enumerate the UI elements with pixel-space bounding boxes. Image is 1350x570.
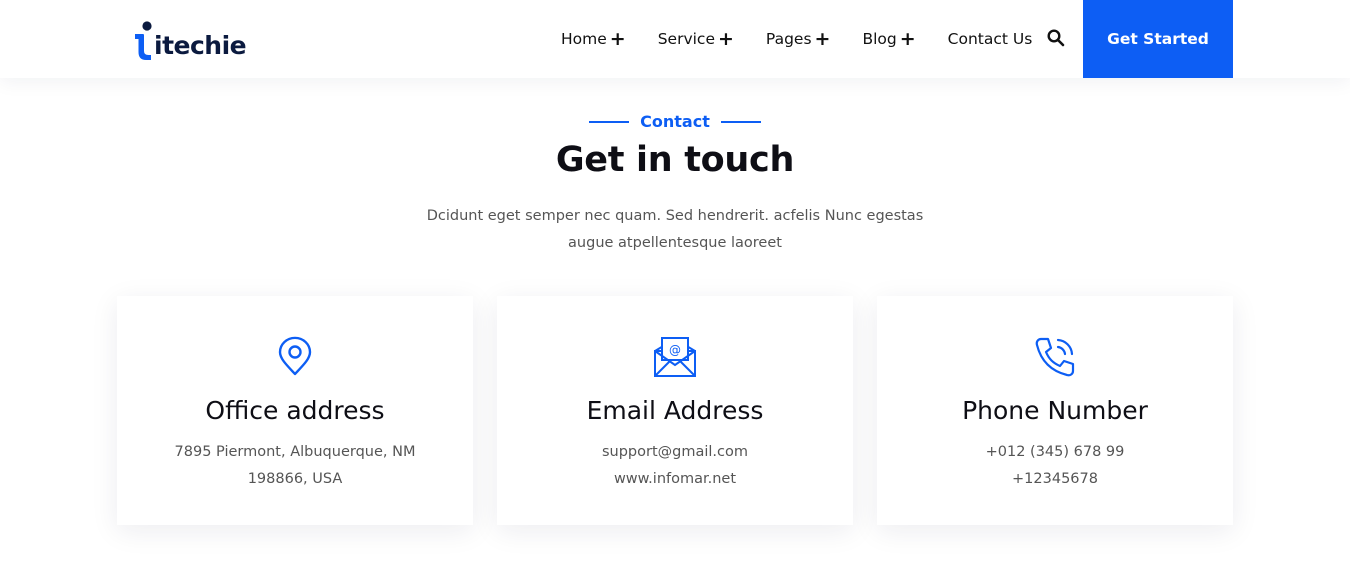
nav-item-contact-us[interactable]: Contact Us <box>948 30 1033 48</box>
card-title: Office address <box>205 396 385 425</box>
description-line: Dcidunt eget semper nec quam. Sed hendre… <box>426 208 924 224</box>
card-detail: 198866, USA <box>247 471 343 487</box>
card-detail: www.infomar.net <box>613 471 737 487</box>
section-eyebrow: Contact <box>0 112 1350 131</box>
svg-text:@: @ <box>669 343 681 357</box>
nav-item-home[interactable]: Home + <box>561 27 626 50</box>
brand-logo[interactable]: itechie <box>133 16 247 60</box>
main-nav: Home + Service + Pages + Blog + Contact … <box>561 0 1032 78</box>
nav-item-pages[interactable]: Pages + <box>765 27 831 50</box>
description-line: augue atpellentesque laoreet <box>568 235 782 251</box>
eyebrow-label: Contact <box>640 112 710 131</box>
contact-card-phone: Phone Number +012 (345) 678 99 +12345678 <box>877 296 1233 525</box>
nav-item-label: Service <box>657 30 715 48</box>
card-detail: +012 (345) 678 99 <box>985 444 1125 460</box>
section-description: Dcidunt eget semper nec quam. Sed hendre… <box>400 203 950 257</box>
eyebrow-divider-left <box>589 120 630 123</box>
plus-icon: + <box>899 27 916 50</box>
nav-item-label: Contact Us <box>947 30 1033 48</box>
plus-icon: + <box>814 27 831 50</box>
get-started-button[interactable]: Get Started <box>1083 0 1233 78</box>
card-detail: support@gmail.com <box>601 444 749 460</box>
site-header: itechie Home + Service + Pages + Blog + … <box>0 0 1350 78</box>
nav-item-label: Pages <box>765 30 812 48</box>
contact-card-email: @ Email Address support@gmail.com www.in… <box>497 296 853 525</box>
plus-icon: + <box>718 27 734 50</box>
nav-item-blog[interactable]: Blog + <box>862 27 916 50</box>
nav-item-label: Home <box>561 30 607 48</box>
location-pin-icon <box>278 336 312 376</box>
nav-item-label: Blog <box>862 30 897 48</box>
card-detail: 7895 Piermont, Albuquerque, NM <box>174 444 416 460</box>
search-icon[interactable] <box>1046 28 1066 48</box>
brand-name: itechie <box>154 31 247 60</box>
email-envelope-icon: @ <box>654 337 696 377</box>
eyebrow-divider-right <box>720 120 761 123</box>
section-title: Get in touch <box>555 140 795 180</box>
phone-call-icon <box>1035 337 1075 377</box>
contact-card-office: Office address 7895 Piermont, Albuquerqu… <box>117 296 473 525</box>
nav-item-service[interactable]: Service + <box>657 27 734 50</box>
logo-mark-icon <box>135 21 152 60</box>
card-title: Email Address <box>586 396 764 425</box>
card-title: Phone Number <box>962 396 1148 425</box>
plus-icon: + <box>609 27 626 50</box>
card-detail: +12345678 <box>1012 471 1098 487</box>
